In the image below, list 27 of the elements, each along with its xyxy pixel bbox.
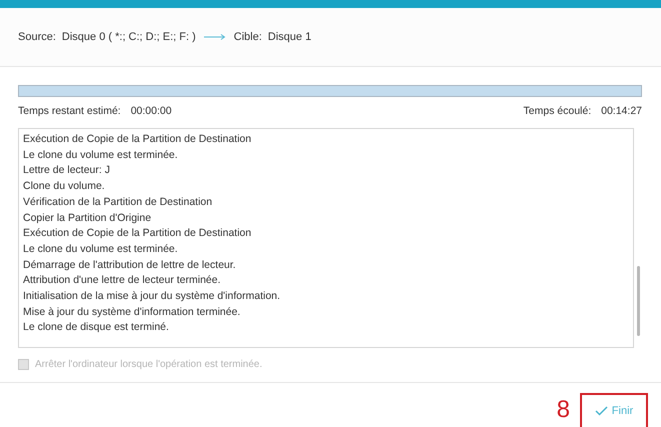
log-line: Attribution d'une lettre de lecteur terminée. xyxy=(23,273,222,288)
log-line: Initialisation de la mise à jour du système d'information. xyxy=(23,289,282,304)
finish-button[interactable]: Finir xyxy=(592,402,636,420)
log-line: Le clone du volume est terminée. xyxy=(23,242,179,257)
scrollbar-thumb[interactable] xyxy=(637,266,640,336)
target-label: Cible: xyxy=(234,30,262,45)
log-line: Le clone du volume est terminée. xyxy=(23,148,179,163)
log-line: Exécution de Copie de la Partition de Destination xyxy=(23,226,252,242)
elapsed-time-label: Temps écoulé: xyxy=(523,104,592,118)
check-icon xyxy=(594,406,608,416)
remaining-time-label: Temps restant estimé: xyxy=(18,104,121,118)
log-line: Mise à jour du système d'information terminée. xyxy=(23,304,242,320)
remaining-time-value: 00:00:00 xyxy=(130,104,172,118)
source-value: Disque 0 ( *:; C:; D:; E:; F: ) xyxy=(62,30,196,45)
source-label: Source: xyxy=(18,30,56,45)
log-line: Exécution de Copie de la Partition de Destination xyxy=(23,132,252,147)
log-line: Vérification de la Partition de Destination xyxy=(23,194,214,210)
log-line: Le clone de disque est terminé. xyxy=(23,320,170,336)
log-line: Démarrage de l'attribution de lettre de lecteur. xyxy=(23,258,237,273)
checkbox-label: Arrêter l'ordinateur lorsque l'opération est terminée. xyxy=(35,358,262,372)
log-line: Copier la Partition d'Origine xyxy=(23,210,152,226)
log-line: Lettre de lecteur: J xyxy=(23,163,111,178)
elapsed-time-value: 00:14:27 xyxy=(601,104,642,118)
target-value: Disque 1 xyxy=(268,30,312,45)
arrow-icon xyxy=(204,34,226,40)
step-number: 8 xyxy=(556,396,570,424)
log-line: Clone du volume. xyxy=(23,179,106,194)
